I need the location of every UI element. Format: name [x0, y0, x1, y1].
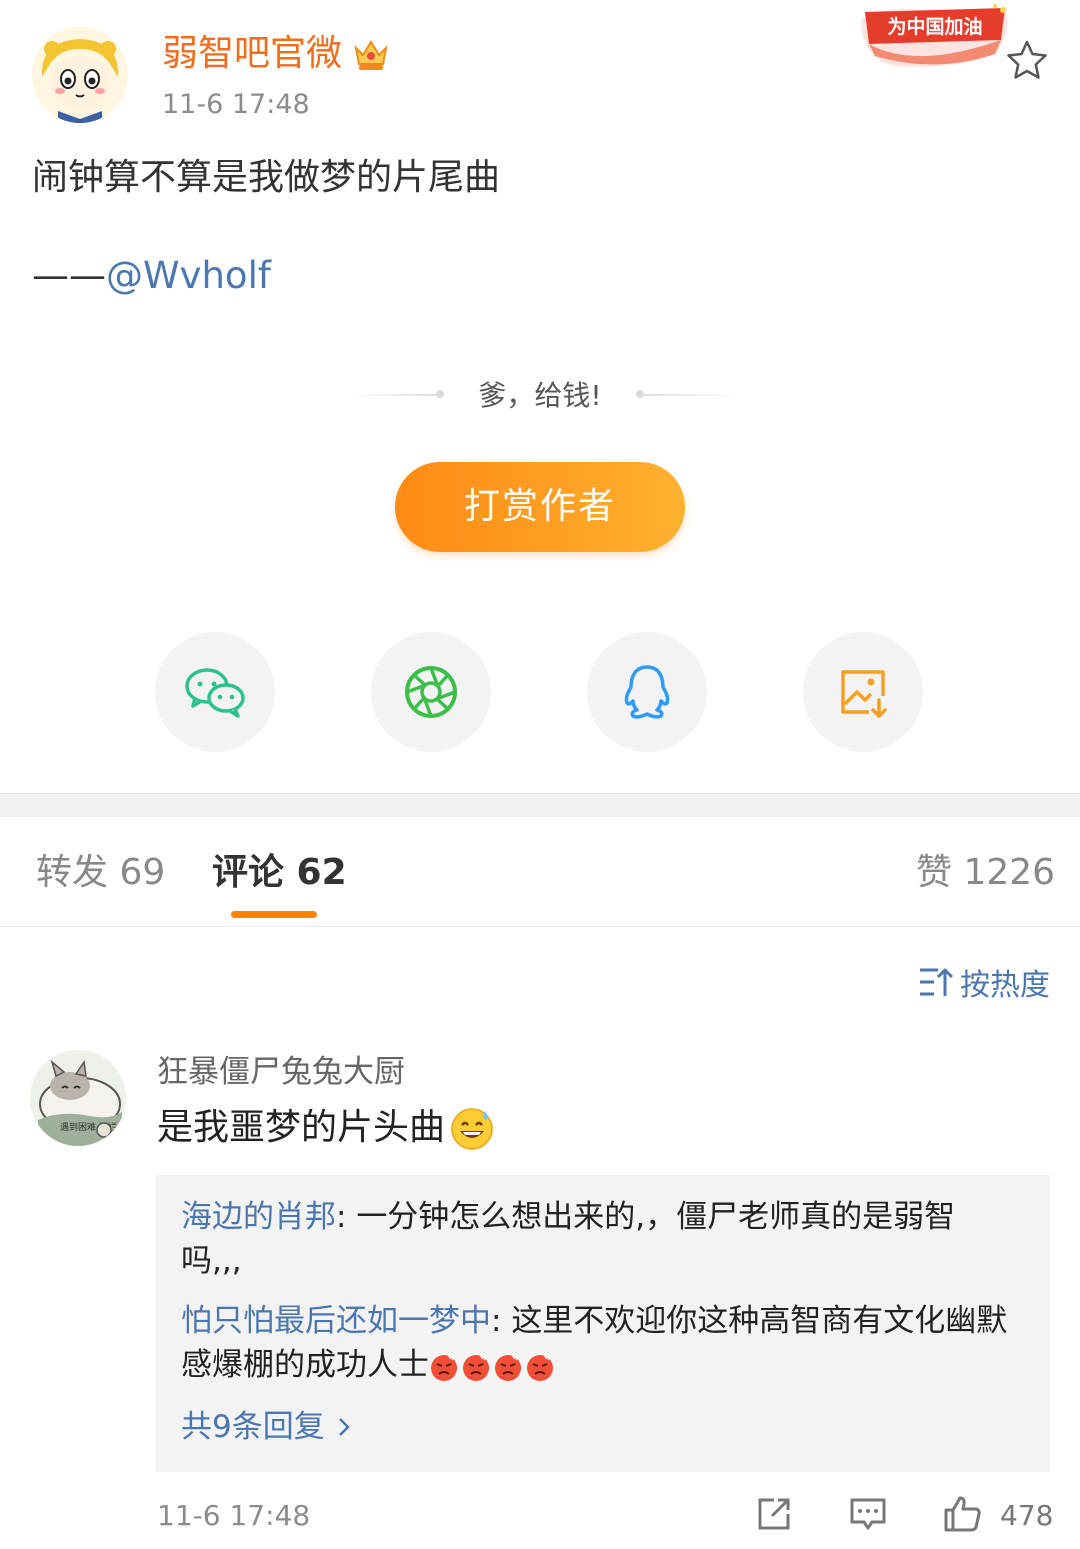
comment-bubble-icon — [850, 1498, 886, 1530]
share-wechat-button[interactable] — [155, 632, 275, 752]
reply-separator: : — [491, 1303, 512, 1339]
comment-body: 是我噩梦的片头曲 — [157, 1104, 495, 1152]
chevron-right-icon — [338, 1418, 350, 1436]
tab-repost[interactable]: 转发 69 — [36, 850, 165, 896]
author-avatar[interactable] — [32, 27, 128, 123]
comment-time: 11-6 17:48 — [157, 1499, 311, 1532]
favorite-star-icon[interactable] — [1004, 38, 1050, 82]
crown-vip-icon[interactable] — [352, 36, 390, 72]
reply-author[interactable]: 怕只怕最后还如一梦中 — [181, 1303, 491, 1339]
reply-separator: : — [336, 1199, 357, 1235]
angry-face-emoji-icon — [495, 1353, 521, 1381]
commenter-name[interactable]: 狂暴僵尸兔兔大厨 — [157, 1052, 405, 1092]
angry-face-emoji-icon — [431, 1353, 457, 1381]
reward-slogan: 爹，给钱! — [478, 379, 602, 412]
like-comment-button[interactable] — [942, 1494, 984, 1538]
qq-icon — [624, 665, 670, 719]
post-text: 闹钟算不算是我做梦的片尾曲 — [32, 157, 501, 198]
reply-item[interactable]: 怕只怕最后还如一梦中: 这里不欢迎你这种高智商有文化幽默感爆棚的成功人士 — [181, 1299, 1011, 1387]
save-image-icon — [841, 670, 887, 718]
more-replies-link[interactable]: 共9条回复 — [181, 1405, 351, 1449]
post-credit: ——@Wvholf — [32, 252, 271, 300]
more-replies-label: 共9条回复 — [181, 1409, 325, 1445]
tab-active-indicator — [231, 911, 317, 918]
campaign-badge[interactable]: 为中国加油 — [855, 0, 1015, 80]
tab-likes[interactable]: 赞 1226 — [916, 850, 1055, 896]
sort-label: 按热度 — [960, 968, 1050, 1003]
tab-divider — [0, 926, 1080, 927]
like-count: 478 — [1000, 1499, 1054, 1532]
replies-panel[interactable]: 海边的肖邦: 一分钟怎么想出来的,，僵尸老师真的是弱智吗,,, 怕只怕最后还如一… — [155, 1175, 1050, 1472]
comment-text: 是我噩梦的片头曲 — [157, 1107, 446, 1148]
sort-icon — [920, 968, 954, 996]
repost-comment-button[interactable] — [754, 1494, 794, 1538]
reward-divider-right — [640, 394, 740, 396]
reply-author[interactable]: 海边的肖邦 — [181, 1199, 336, 1235]
moments-icon — [405, 666, 457, 718]
sweat-smile-emoji-icon — [451, 1108, 493, 1150]
tab-comments[interactable]: 评论 62 — [212, 850, 347, 896]
angry-face-emoji-icon — [527, 1353, 553, 1381]
reply-comment-button[interactable] — [848, 1494, 888, 1538]
commenter-avatar[interactable]: 遇到困难 摆烂 — [30, 1050, 126, 1146]
section-divider — [0, 793, 1080, 817]
angry-emoji-row — [429, 1352, 555, 1382]
wechat-icon — [185, 668, 245, 718]
campaign-badge-text: 为中国加油 — [887, 15, 982, 38]
angry-face-emoji-icon — [463, 1353, 489, 1381]
credit-mention-link[interactable]: @Wvholf — [106, 254, 271, 297]
author-name[interactable]: 弱智吧官微 — [162, 32, 342, 76]
credit-dash: —— — [32, 254, 106, 297]
reward-author-button[interactable]: 打赏作者 — [395, 462, 685, 552]
share-external-icon — [758, 1498, 790, 1530]
sort-by-hot-button[interactable]: 按热度 — [918, 962, 1050, 1003]
thumbs-up-icon — [944, 1496, 981, 1532]
share-qq-button[interactable] — [587, 632, 707, 752]
reply-item[interactable]: 海边的肖邦: 一分钟怎么想出来的,，僵尸老师真的是弱智吗,,, — [181, 1195, 1011, 1283]
post-time: 11-6 17:48 — [162, 89, 310, 120]
share-moments-button[interactable] — [371, 632, 491, 752]
share-save-image-button[interactable] — [803, 632, 923, 752]
